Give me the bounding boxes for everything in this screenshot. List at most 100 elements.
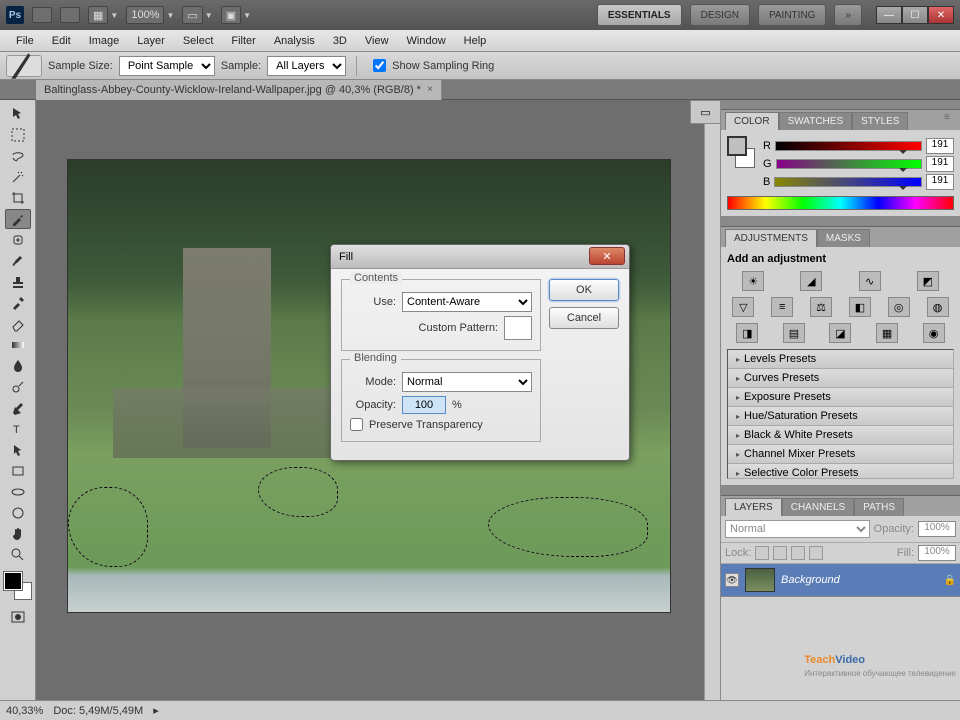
lock-all-icon[interactable] (809, 546, 823, 560)
workspace-more[interactable]: » (834, 4, 862, 26)
scrollbar-vertical[interactable] (704, 100, 720, 700)
opacity-value[interactable]: 100% (918, 521, 956, 537)
current-tool-icon[interactable] (6, 55, 42, 77)
tab-channels[interactable]: CHANNELS (782, 498, 854, 516)
menu-3d[interactable]: 3D (325, 33, 355, 49)
visibility-icon[interactable]: 👁 (725, 573, 739, 587)
minibridge-icon[interactable] (60, 7, 80, 23)
menu-view[interactable]: View (357, 33, 397, 49)
preset-item[interactable]: Channel Mixer Presets (728, 445, 953, 464)
adj-levels-icon[interactable]: ◢ (800, 271, 822, 291)
cancel-button[interactable]: Cancel (549, 307, 619, 329)
dock-collapse-strip[interactable] (721, 217, 960, 227)
menu-analysis[interactable]: Analysis (266, 33, 323, 49)
adj-curves-icon[interactable]: ∿ (859, 271, 881, 291)
menu-image[interactable]: Image (81, 33, 128, 49)
adj-channel-mixer-icon[interactable]: ◍ (927, 297, 949, 317)
workspace-design[interactable]: DESIGN (690, 4, 750, 26)
adj-bw-icon[interactable]: ◧ (849, 297, 871, 317)
menu-select[interactable]: Select (175, 33, 222, 49)
adj-balance-icon[interactable]: ⚖ (810, 297, 832, 317)
collapsed-dock-icon[interactable]: ▭ (690, 100, 720, 124)
preset-item[interactable]: Selective Color Presets (728, 464, 953, 479)
sample-size-select[interactable]: Point Sample (119, 56, 215, 76)
slider-b[interactable] (774, 177, 922, 187)
lock-position-icon[interactable] (791, 546, 805, 560)
value-g[interactable]: 191 (926, 156, 954, 172)
tool-crop[interactable] (5, 188, 31, 208)
slider-g[interactable] (776, 159, 922, 169)
spectrum-ramp[interactable] (727, 196, 954, 210)
tool-history-brush[interactable] (5, 293, 31, 313)
panel-menu-icon[interactable]: ≡ (944, 112, 958, 126)
window-close[interactable]: ✕ (928, 6, 954, 24)
bridge-icon[interactable] (32, 7, 52, 23)
tool-hand[interactable] (5, 524, 31, 544)
workspace-painting[interactable]: PAINTING (758, 4, 826, 26)
foreground-background-swatch[interactable] (727, 136, 755, 168)
value-b[interactable]: 191 (926, 174, 954, 190)
tool-zoom[interactable] (5, 545, 31, 565)
ok-button[interactable]: OK (549, 279, 619, 301)
preset-item[interactable]: Levels Presets (728, 350, 953, 369)
tool-lasso[interactable] (5, 146, 31, 166)
dock-collapse-strip[interactable] (721, 100, 960, 110)
adj-hue-icon[interactable]: ≡ (771, 297, 793, 317)
menu-layer[interactable]: Layer (129, 33, 173, 49)
slider-r[interactable] (775, 141, 922, 151)
presets-list[interactable]: Levels Presets Curves Presets Exposure P… (727, 349, 954, 479)
preset-item[interactable]: Hue/Saturation Presets (728, 407, 953, 426)
tool-healing[interactable] (5, 230, 31, 250)
document-tab-close[interactable]: × (427, 84, 433, 95)
tab-masks[interactable]: MASKS (817, 229, 870, 247)
adj-vibrance-icon[interactable]: ▽ (732, 297, 754, 317)
adj-brightness-icon[interactable]: ☀ (742, 271, 764, 291)
dock-collapse-strip[interactable] (721, 486, 960, 496)
lock-transparency-icon[interactable] (755, 546, 769, 560)
adj-invert-icon[interactable]: ◨ (736, 323, 758, 343)
sample-select[interactable]: All Layers (267, 56, 346, 76)
menu-filter[interactable]: Filter (223, 33, 263, 49)
tool-path-select[interactable] (5, 440, 31, 460)
adj-exposure-icon[interactable]: ◩ (917, 271, 939, 291)
adj-photo-filter-icon[interactable]: ◎ (888, 297, 910, 317)
status-arrow-icon[interactable]: ▸ (153, 704, 159, 717)
tab-color[interactable]: COLOR (725, 112, 779, 130)
tool-stamp[interactable] (5, 272, 31, 292)
tool-shape[interactable] (5, 461, 31, 481)
menu-help[interactable]: Help (456, 33, 495, 49)
screenmode-dropdown[interactable]: ▣▼ (221, 6, 251, 24)
tool-type[interactable]: T (5, 419, 31, 439)
value-r[interactable]: 191 (926, 138, 954, 154)
dialog-titlebar[interactable]: Fill ✕ (331, 245, 629, 269)
preserve-transparency-checkbox[interactable] (350, 418, 363, 431)
mode-select[interactable]: Normal (402, 372, 532, 392)
menu-file[interactable]: File (8, 33, 42, 49)
status-doc-info[interactable]: Doc: 5,49M/5,49M (53, 705, 143, 717)
zoom-dropdown[interactable]: 100%▼ (126, 6, 174, 24)
tab-swatches[interactable]: SWATCHES (779, 112, 853, 130)
tool-marquee[interactable] (5, 125, 31, 145)
tool-move[interactable] (5, 104, 31, 124)
tool-3d-orbit[interactable] (5, 503, 31, 523)
layer-row[interactable]: 👁 Background 🔒 (721, 564, 960, 596)
window-minimize[interactable]: — (876, 6, 902, 24)
tab-styles[interactable]: STYLES (852, 112, 908, 130)
lock-pixels-icon[interactable] (773, 546, 787, 560)
dialog-close-button[interactable]: ✕ (589, 247, 625, 265)
adj-selective-color-icon[interactable]: ◉ (923, 323, 945, 343)
menu-edit[interactable]: Edit (44, 33, 79, 49)
tool-eraser[interactable] (5, 314, 31, 334)
quickmask-toggle[interactable] (5, 607, 31, 627)
adj-threshold-icon[interactable]: ◪ (829, 323, 851, 343)
tool-dodge[interactable] (5, 377, 31, 397)
tool-3d-rotate[interactable] (5, 482, 31, 502)
preset-item[interactable]: Exposure Presets (728, 388, 953, 407)
status-zoom[interactable]: 40,33% (6, 705, 43, 717)
tool-blur[interactable] (5, 356, 31, 376)
blend-mode-select[interactable]: Normal (725, 520, 870, 538)
tab-paths[interactable]: PATHS (854, 498, 904, 516)
tab-adjustments[interactable]: ADJUSTMENTS (725, 229, 817, 247)
show-ring-checkbox[interactable] (373, 59, 386, 72)
tab-layers[interactable]: LAYERS (725, 498, 782, 516)
